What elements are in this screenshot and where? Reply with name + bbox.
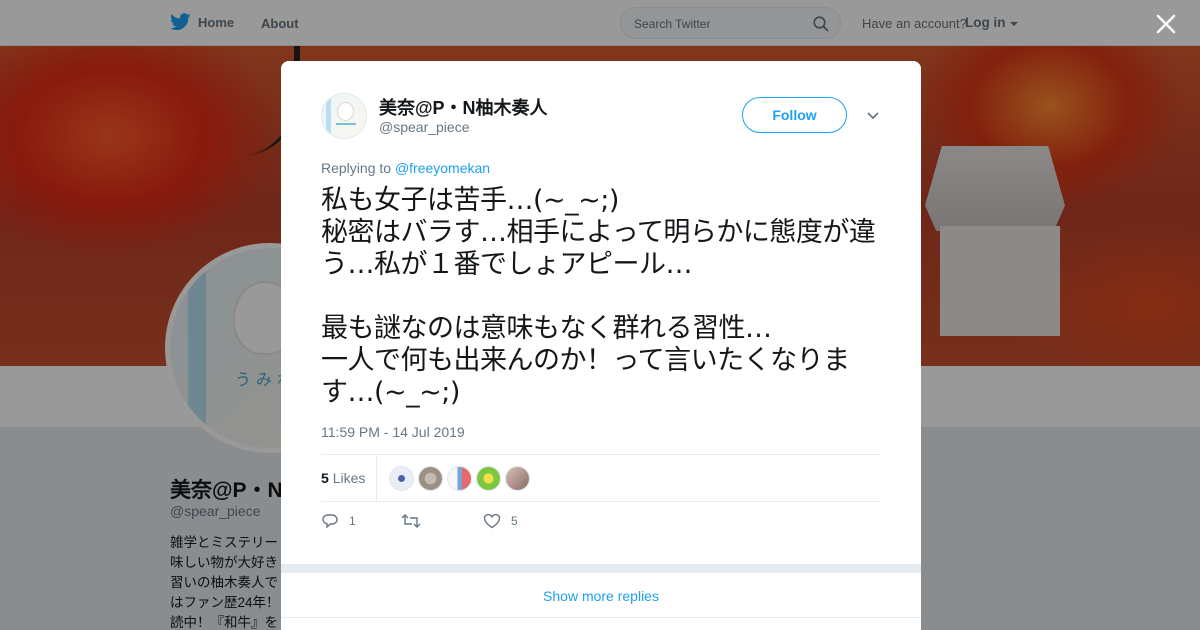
liker-avatar[interactable] bbox=[447, 466, 472, 491]
tweet: 美奈@P・N柚木奏人 @spear_piece Follow Replying … bbox=[281, 61, 921, 564]
tweet-author-name[interactable]: 美奈@P・N柚木奏人 bbox=[379, 94, 548, 120]
retweet-icon bbox=[401, 514, 421, 528]
retweet-button[interactable] bbox=[401, 513, 431, 529]
tweet-modal: 美奈@P・N柚木奏人 @spear_piece Follow Replying … bbox=[281, 61, 921, 630]
show-more-replies-button[interactable]: Show more replies bbox=[281, 573, 921, 618]
reply-icon bbox=[322, 514, 338, 529]
divider bbox=[376, 455, 377, 501]
liker-avatar[interactable] bbox=[389, 466, 414, 491]
show-more-label: Show more replies bbox=[543, 588, 659, 604]
bird-icon bbox=[338, 103, 353, 120]
like-button[interactable]: 5 bbox=[483, 513, 518, 529]
tweet-stats: 5 Likes bbox=[321, 454, 881, 502]
liker-avatar[interactable] bbox=[418, 466, 443, 491]
likes-count: 5 bbox=[321, 470, 329, 486]
chevron-down-icon[interactable] bbox=[866, 111, 880, 121]
follow-button[interactable]: Follow bbox=[742, 97, 847, 133]
tweet-author-avatar[interactable] bbox=[321, 93, 367, 139]
replying-prefix: Replying to bbox=[321, 160, 392, 176]
replying-to-link[interactable]: @freeyomekan bbox=[395, 160, 490, 176]
tweet-author-handle[interactable]: @spear_piece bbox=[379, 119, 470, 135]
tweet-text: 私も女子は苦手…(~_~;) 秘密はバラす…相手によって明らかに態度が違う…私が… bbox=[321, 185, 876, 408]
like-count: 5 bbox=[511, 514, 518, 528]
reply-count: 1 bbox=[349, 514, 356, 528]
replying-to: Replying to @freeyomekan bbox=[321, 160, 490, 176]
divider bbox=[281, 564, 921, 573]
likes-stat[interactable]: 5 Likes bbox=[321, 470, 365, 486]
tweet-actions: 1 5 bbox=[321, 513, 621, 533]
liker-avatar[interactable] bbox=[476, 466, 501, 491]
likes-label: Likes bbox=[332, 470, 366, 486]
close-icon[interactable] bbox=[1155, 13, 1177, 35]
likers-list bbox=[389, 466, 530, 491]
heart-icon bbox=[483, 513, 501, 529]
liker-avatar[interactable] bbox=[505, 466, 530, 491]
tweet-timestamp[interactable]: 11:59 PM - 14 Jul 2019 bbox=[321, 424, 465, 440]
reply-button[interactable]: 1 bbox=[321, 513, 356, 529]
